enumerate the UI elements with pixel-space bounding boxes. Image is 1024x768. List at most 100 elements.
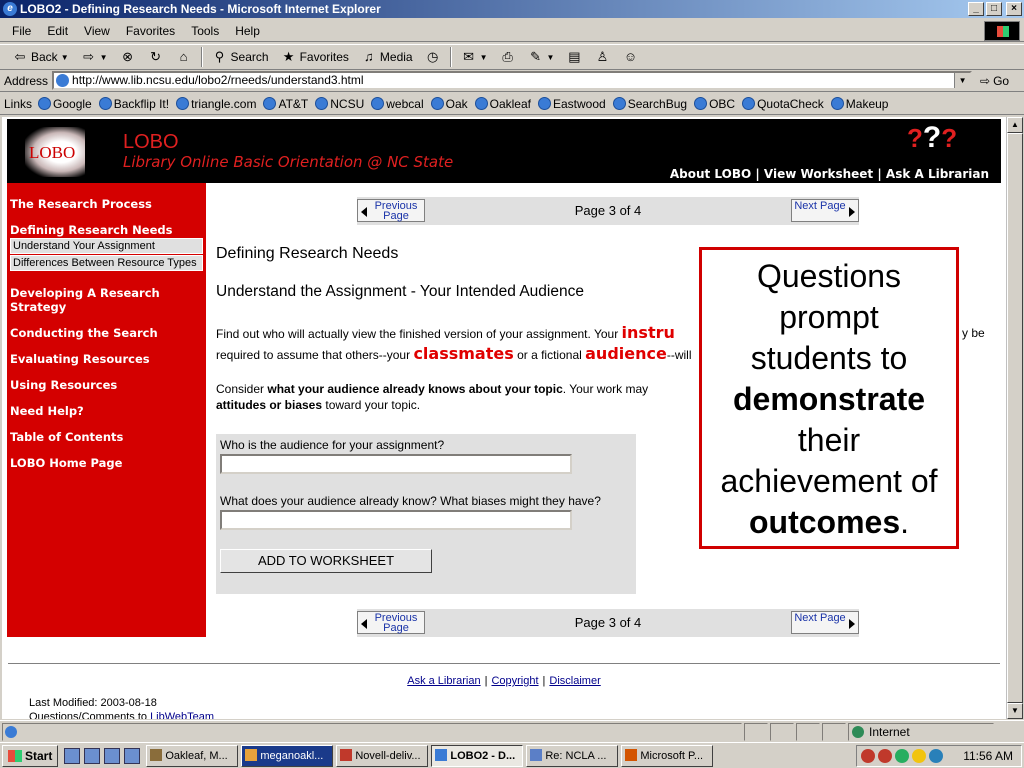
- minimize-button[interactable]: _: [968, 2, 984, 16]
- home-icon: ⌂: [179, 49, 188, 64]
- maximize-button[interactable]: □: [986, 2, 1002, 16]
- task-icon: [340, 748, 353, 761]
- menu-edit[interactable]: Edit: [39, 24, 76, 38]
- dropdown-arrow-icon[interactable]: ▼: [100, 53, 108, 62]
- discuss-button[interactable]: ▤: [560, 46, 588, 68]
- sidebar-subitem-understand[interactable]: Understand Your Assignment: [10, 238, 203, 254]
- link-obc[interactable]: OBC: [694, 97, 735, 111]
- link-quotacheck[interactable]: QuotaCheck: [742, 97, 824, 111]
- link-webcal[interactable]: webcal: [371, 97, 424, 111]
- link-icon: [742, 97, 756, 110]
- scroll-up-icon[interactable]: ▲: [1007, 117, 1023, 133]
- dropdown-arrow-icon[interactable]: ▼: [547, 53, 555, 62]
- app-launch-icon[interactable]: [104, 747, 121, 764]
- task-meganoakl[interactable]: meganoakl...: [241, 744, 334, 767]
- search-button[interactable]: ⚲ Search: [206, 46, 275, 68]
- scroll-down-icon[interactable]: ▼: [1007, 703, 1023, 719]
- sidebar-item-defining[interactable]: Defining Research Needs: [7, 223, 206, 237]
- stop-button[interactable]: ⊗: [114, 46, 142, 68]
- ask-librarian-link[interactable]: Ask a Librarian: [407, 675, 480, 687]
- menu-tools[interactable]: Tools: [183, 24, 227, 38]
- menu-view[interactable]: View: [76, 24, 118, 38]
- close-button[interactable]: ×: [1006, 2, 1022, 16]
- link-searchbug[interactable]: SearchBug: [612, 97, 687, 111]
- section-title: Defining Research Needs: [216, 245, 399, 262]
- clock[interactable]: 11:56 AM: [963, 749, 1013, 763]
- edit-button[interactable]: ✎ ▼: [522, 46, 561, 68]
- sidebar-item-help[interactable]: Need Help?: [7, 404, 206, 418]
- menu-help[interactable]: Help: [227, 24, 268, 38]
- menu-file[interactable]: File: [4, 24, 39, 38]
- link-eastwood[interactable]: Eastwood: [537, 97, 606, 111]
- task-novell[interactable]: Novell-deliv...: [336, 744, 429, 767]
- lobo-logo[interactable]: LOBO: [25, 127, 85, 177]
- messenger-icon: ☺: [623, 49, 638, 64]
- refresh-button[interactable]: ↻: [142, 46, 170, 68]
- home-button[interactable]: ⌂: [170, 46, 198, 68]
- media-icon: ♫: [364, 49, 374, 64]
- print-button[interactable]: ⎙: [494, 46, 522, 68]
- quick-launch: [64, 747, 141, 764]
- link-triangle[interactable]: triangle.com: [176, 97, 256, 111]
- link-icon: [430, 97, 444, 110]
- start-button[interactable]: Start: [2, 744, 59, 767]
- tray-icon[interactable]: [878, 749, 892, 763]
- biases-input[interactable]: [220, 510, 572, 530]
- link-google[interactable]: Google: [38, 97, 92, 111]
- link-att[interactable]: AT&T: [263, 97, 308, 111]
- sidebar-item-conducting[interactable]: Conducting the Search: [7, 326, 206, 340]
- task-microsoft-powerpoint[interactable]: Microsoft P...: [621, 744, 714, 767]
- libwebteam-link[interactable]: LibWebTeam: [150, 711, 214, 719]
- tray-icon[interactable]: [895, 749, 909, 763]
- research-button[interactable]: ♙: [588, 46, 616, 68]
- sidebar-item-home[interactable]: LOBO Home Page: [7, 456, 206, 470]
- media-button[interactable]: ♫ Media: [355, 46, 419, 68]
- link-oakleaf[interactable]: Oakleaf: [474, 97, 531, 111]
- forward-button[interactable]: ⇨ ▼: [75, 46, 114, 68]
- task-re-ncla[interactable]: Re: NCLA ...: [526, 744, 619, 767]
- favorites-button[interactable]: ★ Favorites: [275, 46, 355, 68]
- next-page-button[interactable]: Next Page: [791, 199, 859, 222]
- link-backflip[interactable]: Backflip It!: [98, 97, 169, 111]
- tray-icon[interactable]: [929, 749, 943, 763]
- app-launch-icon[interactable]: [124, 747, 141, 764]
- task-lobo2[interactable]: LOBO2 - D...: [431, 744, 524, 767]
- browser-toolbar: ⇦ Back ▼ ⇨ ▼ ⊗ ↻ ⌂ ⚲ Search ★ Favorites ♫ Medi…: [0, 44, 1024, 70]
- link-ncsu[interactable]: NCSU: [315, 97, 364, 111]
- audience-input[interactable]: [220, 454, 572, 474]
- address-input[interactable]: http://www.lib.ncsu.edu/lobo2/rneeds/und…: [52, 71, 973, 90]
- sidebar-item-toc[interactable]: Table of Contents: [7, 430, 206, 444]
- page-viewport: LOBO LOBO Library Online Basic Orientati…: [2, 117, 1006, 719]
- messenger-button[interactable]: ☺: [616, 46, 644, 68]
- link-makeup[interactable]: Makeup: [830, 97, 888, 111]
- link-oak[interactable]: Oak: [430, 97, 468, 111]
- lobo-title: LOBO: [123, 131, 179, 153]
- research-icon: ♙: [596, 49, 609, 64]
- next-page-button[interactable]: Next Page: [791, 611, 859, 634]
- tray-icon[interactable]: [912, 749, 926, 763]
- vertical-scrollbar[interactable]: ▲ ▼: [1006, 117, 1023, 719]
- history-button[interactable]: ◷: [419, 46, 447, 68]
- address-dropdown-icon[interactable]: ▼: [954, 73, 971, 88]
- sidebar-subitem-differences[interactable]: Differences Between Resource Types: [10, 255, 203, 271]
- sidebar-item-evaluating[interactable]: Evaluating Resources: [7, 352, 206, 366]
- ie-icon: e: [3, 2, 17, 16]
- mail-button[interactable]: ✉ ▼: [455, 46, 494, 68]
- dropdown-arrow-icon[interactable]: ▼: [61, 53, 69, 62]
- dropdown-arrow-icon[interactable]: ▼: [480, 53, 488, 62]
- tray-icon[interactable]: [861, 749, 875, 763]
- disclaimer-link[interactable]: Disclaimer: [549, 675, 600, 687]
- task-oakleaf[interactable]: Oakleaf, M...: [146, 744, 239, 767]
- app-launch-icon[interactable]: [84, 747, 101, 764]
- sidebar-item-developing[interactable]: Developing A Research Strategy: [7, 286, 206, 314]
- sidebar-item-research-process[interactable]: The Research Process: [7, 197, 206, 211]
- back-button[interactable]: ⇦ Back ▼: [6, 46, 75, 68]
- scroll-thumb[interactable]: [1007, 133, 1023, 703]
- go-button[interactable]: ⇨ Go: [980, 74, 1009, 88]
- header-nav[interactable]: About LOBO | View Worksheet | Ask A Libr…: [670, 167, 989, 181]
- sidebar-item-using[interactable]: Using Resources: [7, 378, 206, 392]
- copyright-link[interactable]: Copyright: [491, 675, 538, 687]
- menu-favorites[interactable]: Favorites: [118, 24, 183, 38]
- add-to-worksheet-button[interactable]: ADD TO WORKSHEET: [220, 549, 432, 573]
- ie-launch-icon[interactable]: [64, 747, 81, 764]
